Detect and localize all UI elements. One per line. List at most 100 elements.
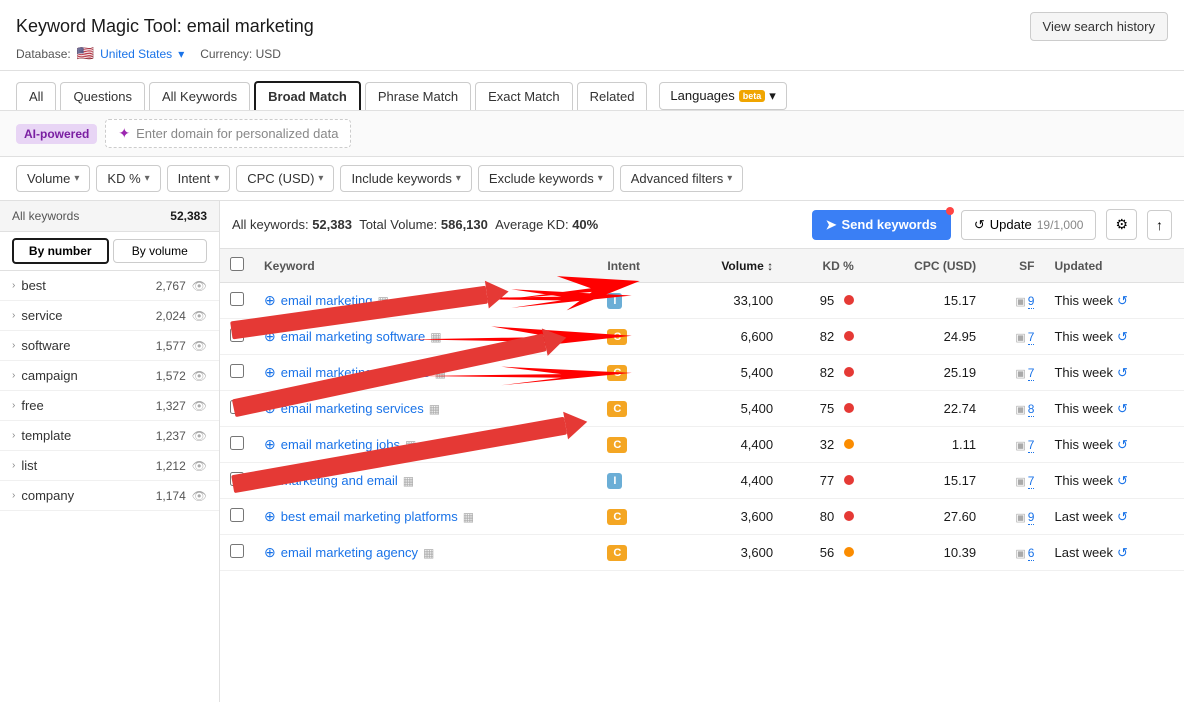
keyword-text: marketing and email [281, 473, 398, 488]
keyword-link[interactable]: ⊕ email marketing jobs ▦ [264, 436, 587, 453]
keyword-link[interactable]: ⊕ marketing and email ▦ [264, 472, 587, 489]
sort-by-number-button[interactable]: By number [12, 238, 109, 264]
cpc-cell: 10.39 [864, 535, 986, 571]
sidebar-item-campaign[interactable]: › campaign 1,572 👁 [0, 361, 219, 391]
tab-all-keywords[interactable]: All Keywords [149, 82, 250, 110]
row-checkbox[interactable] [230, 328, 244, 342]
tab-all[interactable]: All [16, 82, 56, 110]
cpc-column-header: CPC (USD) [864, 249, 986, 283]
avg-kd-label: Average KD: [492, 217, 573, 232]
filter-volume-button[interactable]: Volume ▾ [16, 165, 90, 192]
row-checkbox[interactable] [230, 508, 244, 522]
refresh-icon[interactable]: ↺ [1117, 365, 1128, 381]
main-content: All keywords 52,383 By number By volume … [0, 201, 1184, 702]
tab-broad-match[interactable]: Broad Match [254, 81, 361, 110]
sf-box-icon: ▣ [1015, 439, 1025, 452]
row-checkbox[interactable] [230, 292, 244, 306]
dropdown-icon[interactable]: ▾ [178, 47, 184, 61]
volume-column-header[interactable]: Volume ↕ [676, 249, 783, 283]
sort-by-volume-button[interactable]: By volume [113, 239, 208, 263]
sidebar-item-company[interactable]: › company 1,174 👁 [0, 481, 219, 511]
intent-badge: I [607, 473, 622, 489]
keyword-link[interactable]: ⊕ email marketing platforms ▦ [264, 364, 587, 381]
keyword-cell: ⊕ email marketing services ▦ [254, 391, 597, 427]
keyword-link[interactable]: ⊕ email marketing agency ▦ [264, 544, 587, 561]
sf-value[interactable]: 7 [1028, 438, 1035, 453]
sidebar-word-label: company [21, 488, 74, 503]
kd-dot [844, 403, 854, 413]
eye-icon[interactable]: 👁 [192, 339, 207, 353]
sidebar-item-software[interactable]: › software 1,577 👁 [0, 331, 219, 361]
sidebar-item-service[interactable]: › service 2,024 👁 [0, 301, 219, 331]
sf-value[interactable]: 7 [1028, 474, 1035, 489]
sidebar-item-template[interactable]: › template 1,237 👁 [0, 421, 219, 451]
filter-advanced-filters-button[interactable]: Advanced filters ▾ [620, 165, 744, 192]
refresh-icon[interactable]: ↺ [1117, 545, 1128, 561]
keyword-link[interactable]: ⊕ email marketing ▦ [264, 292, 587, 309]
refresh-icon[interactable]: ↺ [1117, 293, 1128, 309]
row-checkbox[interactable] [230, 400, 244, 414]
tab-questions[interactable]: Questions [60, 82, 145, 110]
export-icon-button[interactable]: ↑ [1147, 210, 1172, 240]
row-checkbox[interactable] [230, 472, 244, 486]
view-history-button[interactable]: View search history [1030, 12, 1168, 41]
filter-include-keywords-button[interactable]: Include keywords ▾ [340, 165, 471, 192]
intent-cell: I [597, 283, 676, 319]
sf-cell: ▣ 7 [986, 427, 1044, 463]
eye-icon[interactable]: 👁 [192, 369, 207, 383]
tab-exact-match[interactable]: Exact Match [475, 82, 573, 110]
sf-value[interactable]: 7 [1028, 366, 1035, 381]
keyword-cell: ⊕ email marketing jobs ▦ [254, 427, 597, 463]
row-checkbox[interactable] [230, 364, 244, 378]
update-button[interactable]: ↺ Update 19/1,000 [961, 210, 1097, 240]
sidebar-item-left: › campaign [12, 368, 78, 383]
refresh-icon[interactable]: ↺ [1117, 509, 1128, 525]
eye-icon[interactable]: 👁 [192, 459, 207, 473]
filter-exclude-keywords-button[interactable]: Exclude keywords ▾ [478, 165, 614, 192]
table-icon: ▦ [429, 402, 440, 416]
row-checkbox[interactable] [230, 436, 244, 450]
row-checkbox-cell [220, 427, 254, 463]
settings-icon-button[interactable]: ⚙ [1106, 209, 1137, 240]
sf-value[interactable]: 7 [1028, 330, 1035, 345]
sidebar-item-list[interactable]: › list 1,212 👁 [0, 451, 219, 481]
refresh-icon[interactable]: ↺ [1117, 473, 1128, 489]
eye-icon[interactable]: 👁 [192, 489, 207, 503]
refresh-icon[interactable]: ↺ [1117, 437, 1128, 453]
keyword-link[interactable]: ⊕ email marketing software ▦ [264, 328, 587, 345]
total-vol-count: 586,130 [441, 217, 488, 232]
tab-related[interactable]: Related [577, 82, 648, 110]
eye-icon[interactable]: 👁 [192, 429, 207, 443]
sf-value[interactable]: 8 [1028, 402, 1035, 417]
filter-cpc-(usd)-button[interactable]: CPC (USD) ▾ [236, 165, 334, 192]
sf-value[interactable]: 9 [1028, 294, 1035, 309]
languages-button[interactable]: Languages beta ▾ [659, 82, 786, 110]
eye-icon[interactable]: 👁 [192, 309, 207, 323]
refresh-icon[interactable]: ↺ [1117, 329, 1128, 345]
updated-cell: This week ↺ [1044, 319, 1184, 355]
eye-icon[interactable]: 👁 [192, 399, 207, 413]
sidebar-item-best[interactable]: › best 2,767 👁 [0, 271, 219, 301]
eye-icon[interactable]: 👁 [192, 279, 207, 293]
sidebar-word-label: software [21, 338, 70, 353]
select-all-checkbox[interactable] [230, 257, 244, 271]
keyword-link[interactable]: ⊕ email marketing services ▦ [264, 400, 587, 417]
sf-value[interactable]: 9 [1028, 510, 1035, 525]
send-keywords-button[interactable]: ➤ Send keywords [812, 210, 951, 240]
intent-cell: C [597, 391, 676, 427]
sidebar-item-free[interactable]: › free 1,327 👁 [0, 391, 219, 421]
chevron-right-icon: › [12, 370, 15, 381]
filter-kd-%-button[interactable]: KD % ▾ [96, 165, 160, 192]
tab-phrase-match[interactable]: Phrase Match [365, 82, 471, 110]
refresh-icon[interactable]: ↺ [1117, 401, 1128, 417]
updated-cell: This week ↺ [1044, 463, 1184, 499]
sf-value[interactable]: 6 [1028, 546, 1035, 561]
updated-cell: This week ↺ [1044, 283, 1184, 319]
keyword-text: email marketing software [281, 329, 426, 344]
domain-input[interactable]: ✦ Enter domain for personalized data [105, 119, 351, 148]
volume-cell: 3,600 [676, 535, 783, 571]
keyword-link[interactable]: ⊕ best email marketing platforms ▦ [264, 508, 587, 525]
table-icon: ▦ [378, 294, 389, 308]
row-checkbox[interactable] [230, 544, 244, 558]
filter-intent-button[interactable]: Intent ▾ [167, 165, 231, 192]
